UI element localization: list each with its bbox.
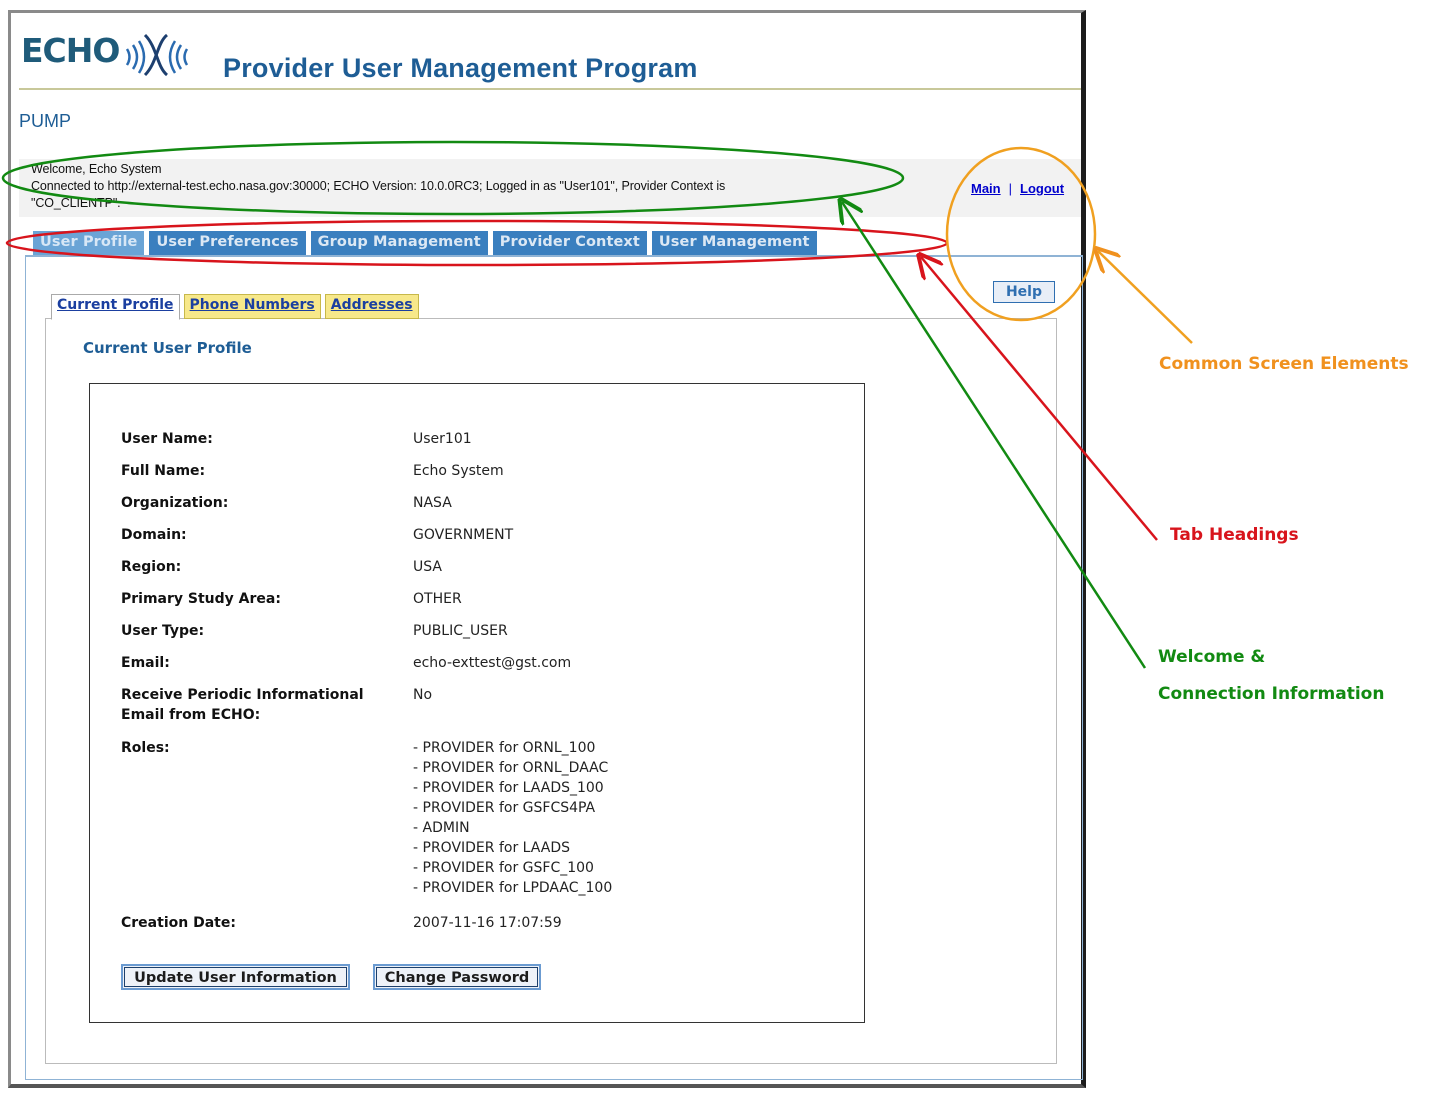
welcome-annotation-line1: Welcome & <box>1158 647 1266 667</box>
tab-headings-annotation: Tab Headings <box>1170 525 1299 545</box>
common-elements-arrow <box>1098 251 1193 344</box>
common-elements-highlight-ellipse <box>945 146 1097 322</box>
welcome-highlight-ellipse <box>1 140 905 216</box>
tabs-highlight-ellipse <box>5 219 949 267</box>
tabs-arrow <box>921 257 1158 541</box>
welcome-arrow <box>842 202 1147 669</box>
annotation-overlay <box>1 140 1193 669</box>
welcome-annotation-line2: Connection Information <box>1158 684 1385 704</box>
common-elements-annotation: Common Screen Elements <box>1159 354 1409 374</box>
